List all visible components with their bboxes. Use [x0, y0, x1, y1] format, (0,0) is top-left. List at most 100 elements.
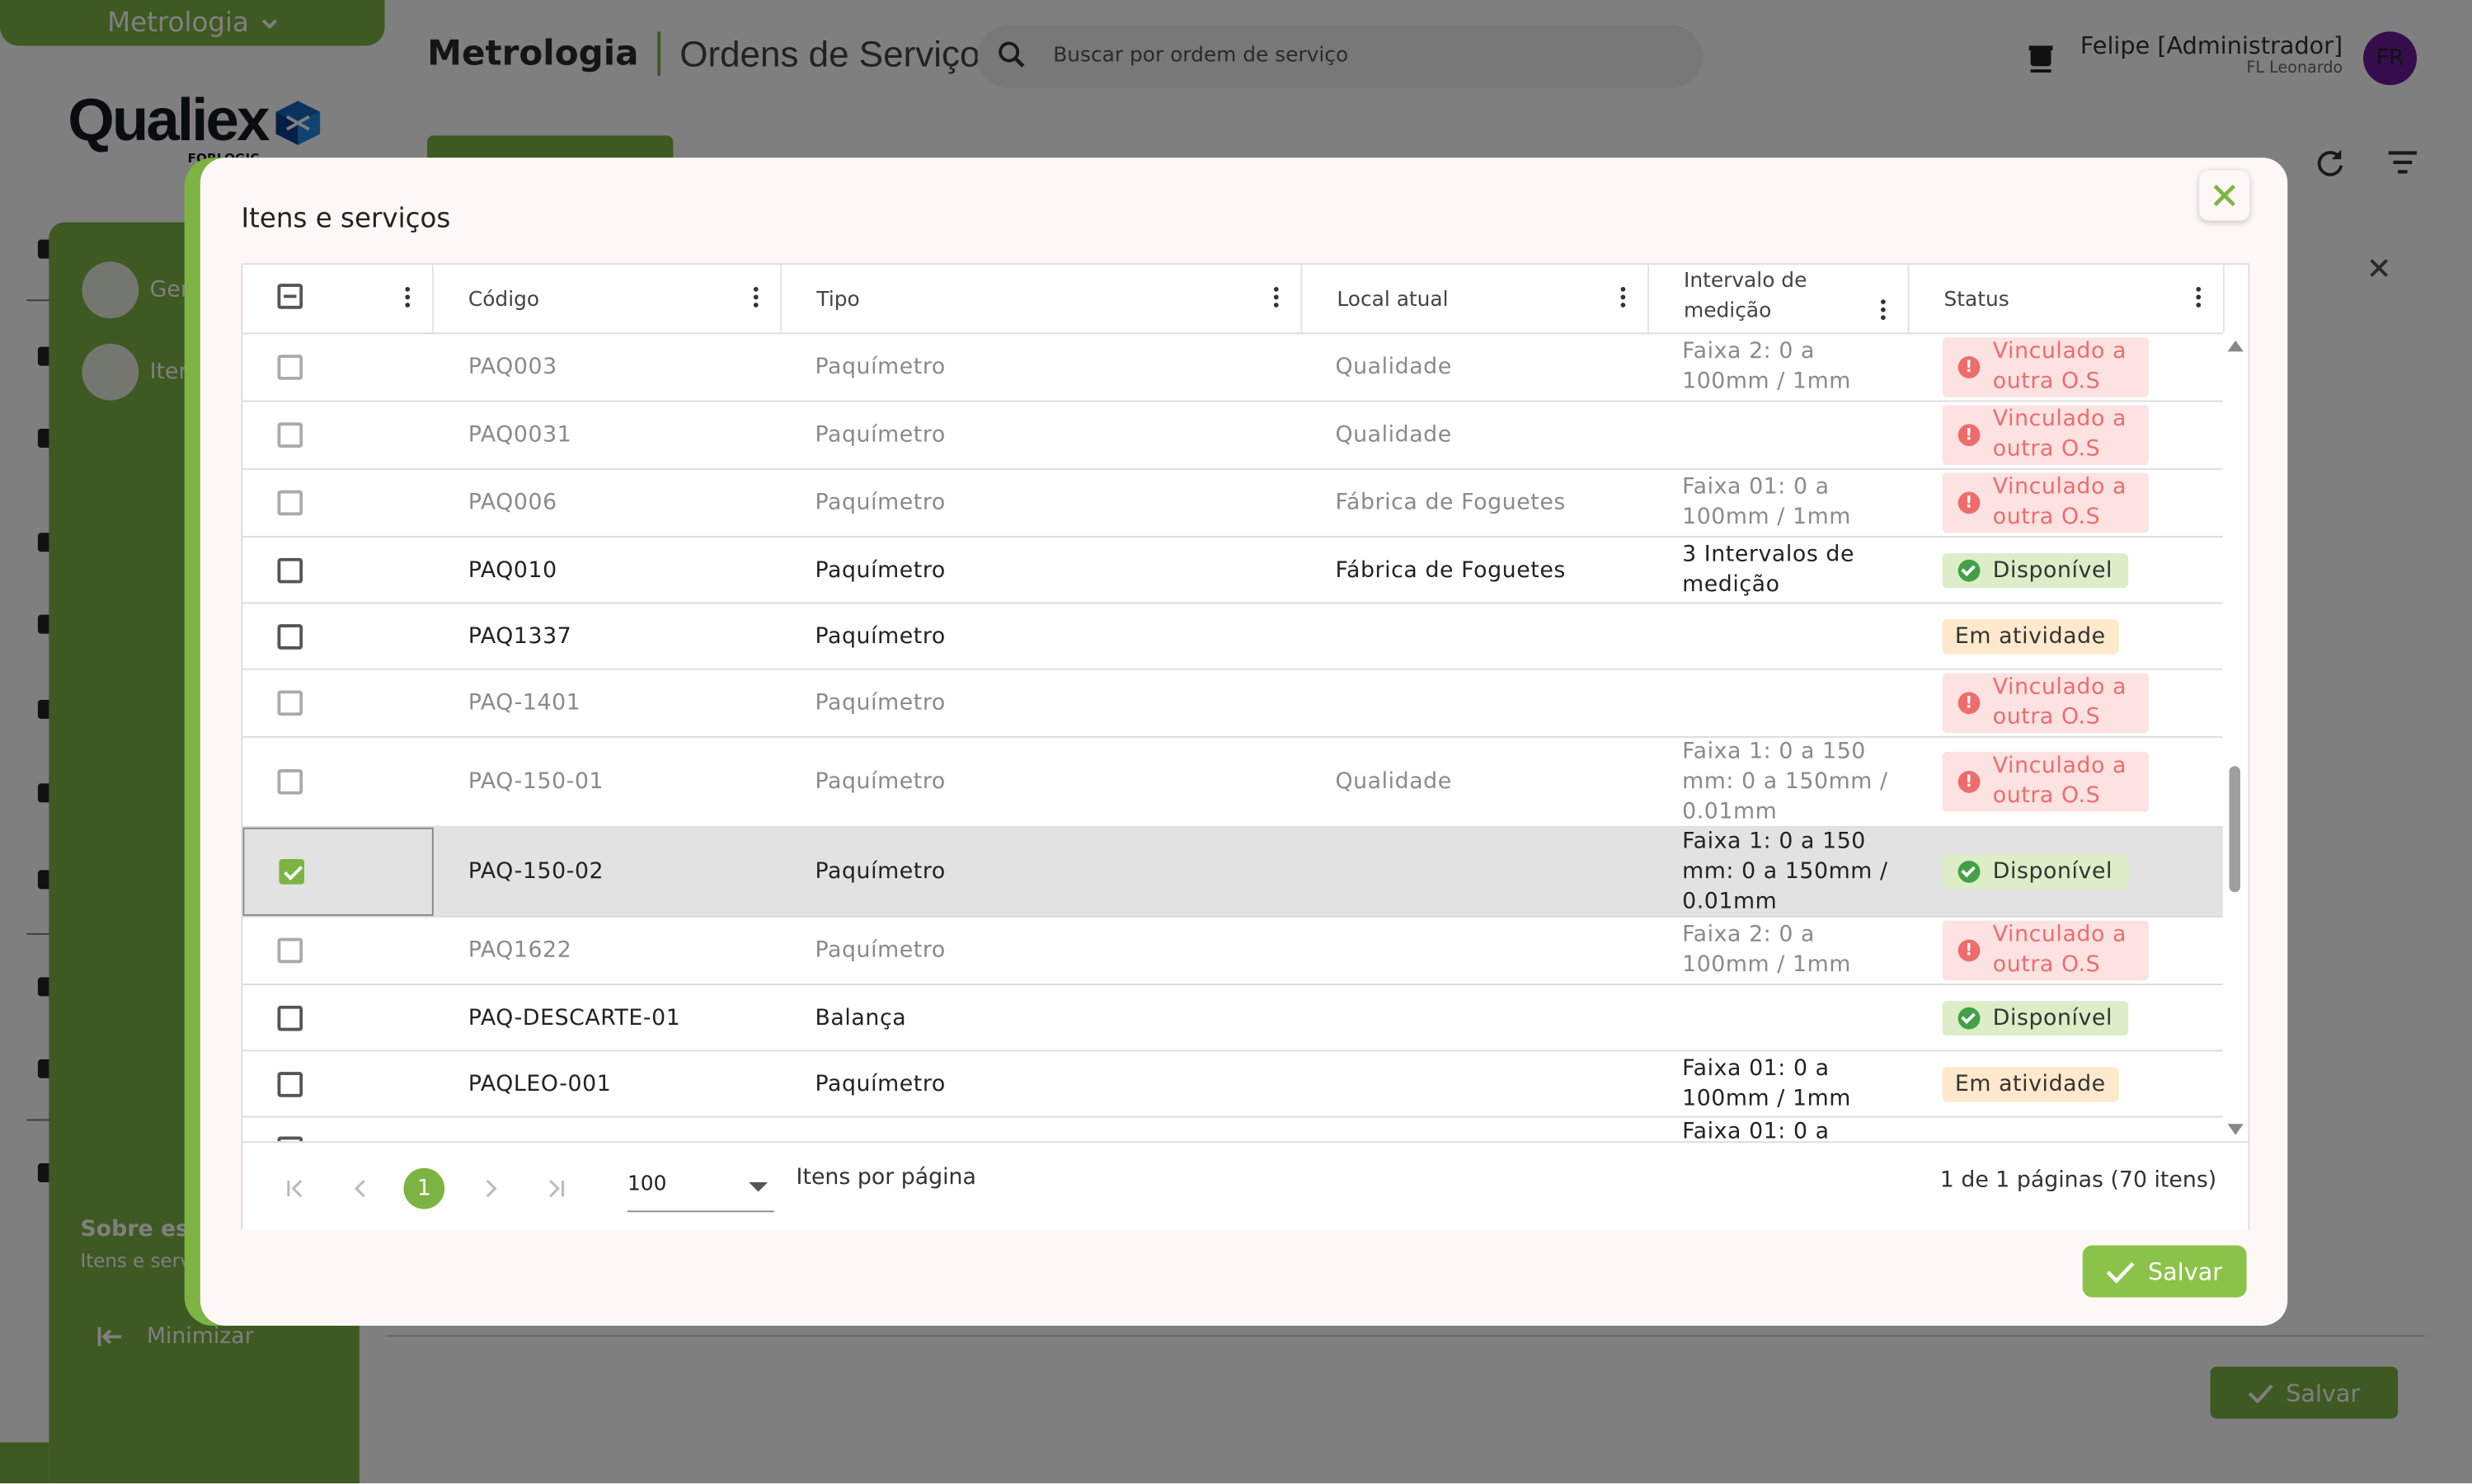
table-row[interactable]: PAQ-150-01 Paquímetro Qualidade Faixa 1: 0 …	[242, 738, 2223, 828]
column-menu-icon[interactable]	[753, 286, 759, 311]
table-row[interactable]: PAQ006 Paquímetro Fábrica de Foguetes Faixa…	[242, 470, 2223, 538]
row-select-cell[interactable]	[242, 470, 433, 536]
status-text: Vinculado a outra O.S	[1992, 406, 2127, 463]
row-select-cell[interactable]	[242, 827, 434, 916]
cell-status: ! Vinculado a outra O.S	[1942, 402, 2150, 468]
scroll-down-arrow[interactable]	[2227, 1124, 2244, 1135]
cell-type: Paquímetro	[815, 937, 946, 964]
table-row[interactable]: PAQ003 Paquímetro Qualidade Faixa 2: 0 a 10…	[242, 334, 2223, 402]
status-badge: ! Vinculado a outra O.S	[1942, 405, 2150, 466]
header-interval[interactable]: Intervalo de medição	[1649, 265, 1910, 333]
cell-type: Paquímetro	[815, 355, 946, 380]
status-text: Disponível	[1992, 859, 2113, 885]
table-row[interactable]: PAQ-150-02 Paquímetro Faixa 1: 0 a 150 mm:…	[242, 827, 2223, 918]
pagination-info: 1 de 1 páginas (70 itens)	[1939, 1167, 2217, 1194]
header-status[interactable]: Status	[1909, 265, 2225, 333]
column-menu-icon[interactable]	[405, 286, 411, 311]
table-row[interactable]: PAQ1337 Paquímetro Em atividade	[242, 603, 2223, 670]
row-select-cell[interactable]	[242, 1051, 433, 1115]
table-row[interactable]: PAQ010 Paquímetro Fábrica de Foguetes 3 Int…	[242, 538, 2223, 604]
last-page-button[interactable]	[536, 1168, 577, 1209]
cell-status: ! Vinculado a outra O.S	[1942, 334, 2150, 400]
page-number[interactable]: 1	[403, 1167, 445, 1209]
items-services-dialog: Itens e serviços Código Tipo Local atual…	[200, 157, 2288, 1326]
prev-page-button[interactable]	[341, 1168, 382, 1209]
header-type[interactable]: Tipo	[782, 265, 1303, 333]
row-checkbox[interactable]	[277, 769, 303, 795]
save-button[interactable]: Salvar	[2082, 1245, 2247, 1298]
cell-interval: Faixa 2: 0 a 100mm / 1mm	[1682, 922, 1851, 978]
status-text: Vinculado a outra O.S	[1992, 674, 2127, 730]
row-select-cell[interactable]	[242, 985, 433, 1050]
status-badge: ! Vinculado a outra O.S	[1942, 337, 2150, 397]
header-code-label: Código	[468, 288, 540, 312]
cell-status: Em atividade	[1942, 1051, 2119, 1115]
column-menu-icon[interactable]	[2196, 286, 2202, 311]
dialog-close-button[interactable]	[2199, 170, 2250, 221]
row-checkbox[interactable]	[277, 1135, 303, 1142]
cell-code: PAQ1337	[468, 623, 572, 649]
check-icon	[2107, 1261, 2136, 1283]
chevron-right-icon	[486, 1179, 497, 1198]
cell-type: Paquímetro	[815, 422, 946, 448]
cell-interval	[1682, 402, 1903, 468]
status-text: Em atividade	[1954, 623, 2106, 649]
select-all-checkbox[interactable]	[277, 284, 303, 309]
row-select-cell[interactable]	[242, 918, 433, 984]
row-select-cell[interactable]	[242, 1118, 433, 1142]
status-badge: Em atividade	[1942, 1066, 2119, 1101]
status-text: Disponível	[1992, 1004, 2113, 1031]
header-location-label: Local atual	[1337, 288, 1449, 312]
row-checkbox[interactable]	[279, 859, 305, 885]
header-location[interactable]: Local atual	[1302, 265, 1649, 333]
table-row[interactable]: PAQ0031 Paquímetro Qualidade! Vinculado a o…	[242, 402, 2223, 470]
row-select-cell[interactable]	[242, 334, 433, 400]
table-body: PAQ003 Paquímetro Qualidade Faixa 2: 0 a 10…	[242, 334, 2223, 1142]
row-select-cell[interactable]	[242, 538, 433, 602]
cell-code: PAQLEO-001	[468, 1071, 612, 1097]
table-row[interactable]: PAQLEO-001 Paquímetro Faixa 01: 0 a 100mm …	[242, 1051, 2223, 1118]
row-checkbox[interactable]	[277, 623, 303, 649]
column-menu-icon[interactable]	[1620, 286, 1626, 311]
header-code[interactable]: Código	[434, 265, 782, 333]
column-menu-icon[interactable]	[1273, 286, 1279, 311]
row-checkbox[interactable]	[277, 1071, 303, 1097]
cell-interval: Faixa 1: 0 a 150 mm: 0 a 150mm / 0.01mm	[1682, 738, 1888, 824]
column-menu-icon[interactable]	[1881, 299, 1886, 323]
status-badge: ! Vinculado a outra O.S	[1942, 752, 2150, 812]
row-checkbox[interactable]	[277, 422, 303, 448]
next-page-button[interactable]	[470, 1168, 511, 1209]
row-checkbox[interactable]	[277, 690, 303, 716]
cell-code: PAQ-150-02	[468, 859, 604, 885]
row-select-cell[interactable]	[242, 402, 433, 468]
row-checkbox[interactable]	[277, 937, 303, 964]
status-text: Vinculado a outra O.S	[1992, 753, 2127, 809]
row-checkbox[interactable]	[277, 1004, 303, 1031]
cell-status: ! Vinculado a outra O.S	[1942, 470, 2150, 536]
first-page-button[interactable]	[275, 1168, 316, 1209]
scroll-thumb[interactable]	[2229, 766, 2240, 893]
row-checkbox[interactable]	[277, 556, 303, 583]
row-select-cell[interactable]	[242, 603, 433, 668]
status-badge: Disponível	[1942, 552, 2129, 588]
status-text: Em atividade	[1954, 1071, 2106, 1097]
row-select-cell[interactable]	[242, 670, 433, 736]
cell-type: Paquímetro	[815, 859, 946, 885]
cell-status: Disponível	[1942, 985, 2129, 1050]
cell-type: Paquímetro	[815, 623, 946, 649]
scroll-up-arrow[interactable]	[2227, 340, 2244, 352]
row-select-cell[interactable]	[242, 738, 433, 826]
row-checkbox[interactable]	[277, 355, 303, 380]
table-row[interactable]: PAQ-DESCARTE-01 Balança Disponível	[242, 985, 2223, 1052]
cell-interval: Faixa 01: 0 a 100mm / 1mm	[1682, 1055, 1851, 1111]
cell-status: ! Vinculado a outra O.S	[1942, 670, 2150, 736]
table-row[interactable]: Faixa 01: 0 a	[242, 1118, 2222, 1142]
row-checkbox[interactable]	[277, 490, 303, 516]
cell-interval: Faixa 01: 0 a	[1682, 1119, 1830, 1142]
table-row[interactable]: PAQ1622 Paquímetro Faixa 2: 0 a 100mm / 1m…	[242, 918, 2223, 985]
items-per-page-label: Itens por página	[796, 1164, 976, 1190]
vertical-scrollbar[interactable]	[2225, 334, 2247, 1141]
items-per-page-select[interactable]: 100	[627, 1158, 774, 1213]
cell-interval: Faixa 1: 0 a 150 mm: 0 a 150mm / 0.01mm	[1682, 828, 1888, 913]
table-row[interactable]: PAQ-1401 Paquímetro! Vinculado a outra O.S	[242, 670, 2223, 738]
